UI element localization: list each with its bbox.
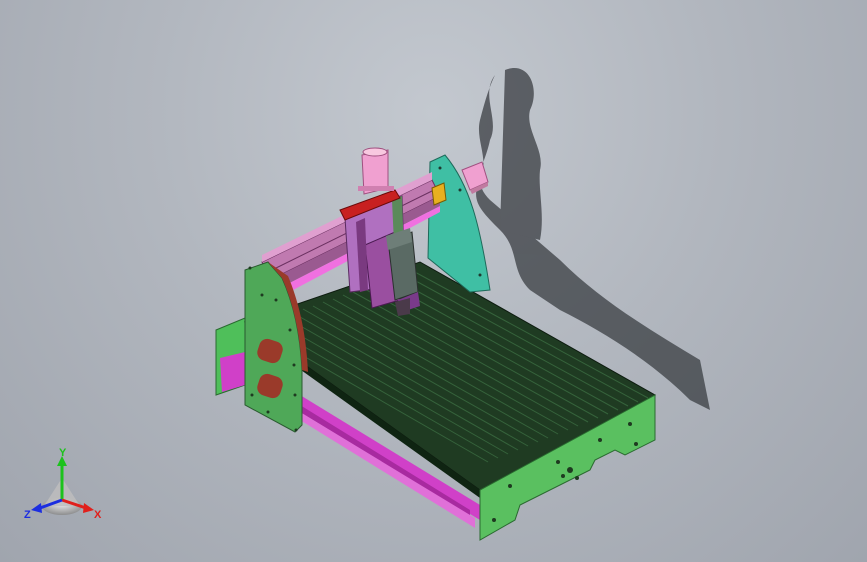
z-axis-arrow-icon (31, 503, 42, 513)
x-axis-arrow-icon (83, 503, 94, 513)
gantry-left-plate (244, 261, 308, 433)
z-axis-motor (358, 147, 394, 195)
cnc-router-model[interactable] (0, 0, 867, 562)
cad-viewport[interactable]: Y X Z (0, 0, 867, 562)
coordinate-triad[interactable]: Y X Z (22, 448, 112, 528)
x-axis-label: X (94, 509, 102, 521)
left-end-support (215, 317, 246, 396)
y-axis-label: Y (59, 448, 67, 459)
z-axis-label: Z (24, 509, 31, 521)
